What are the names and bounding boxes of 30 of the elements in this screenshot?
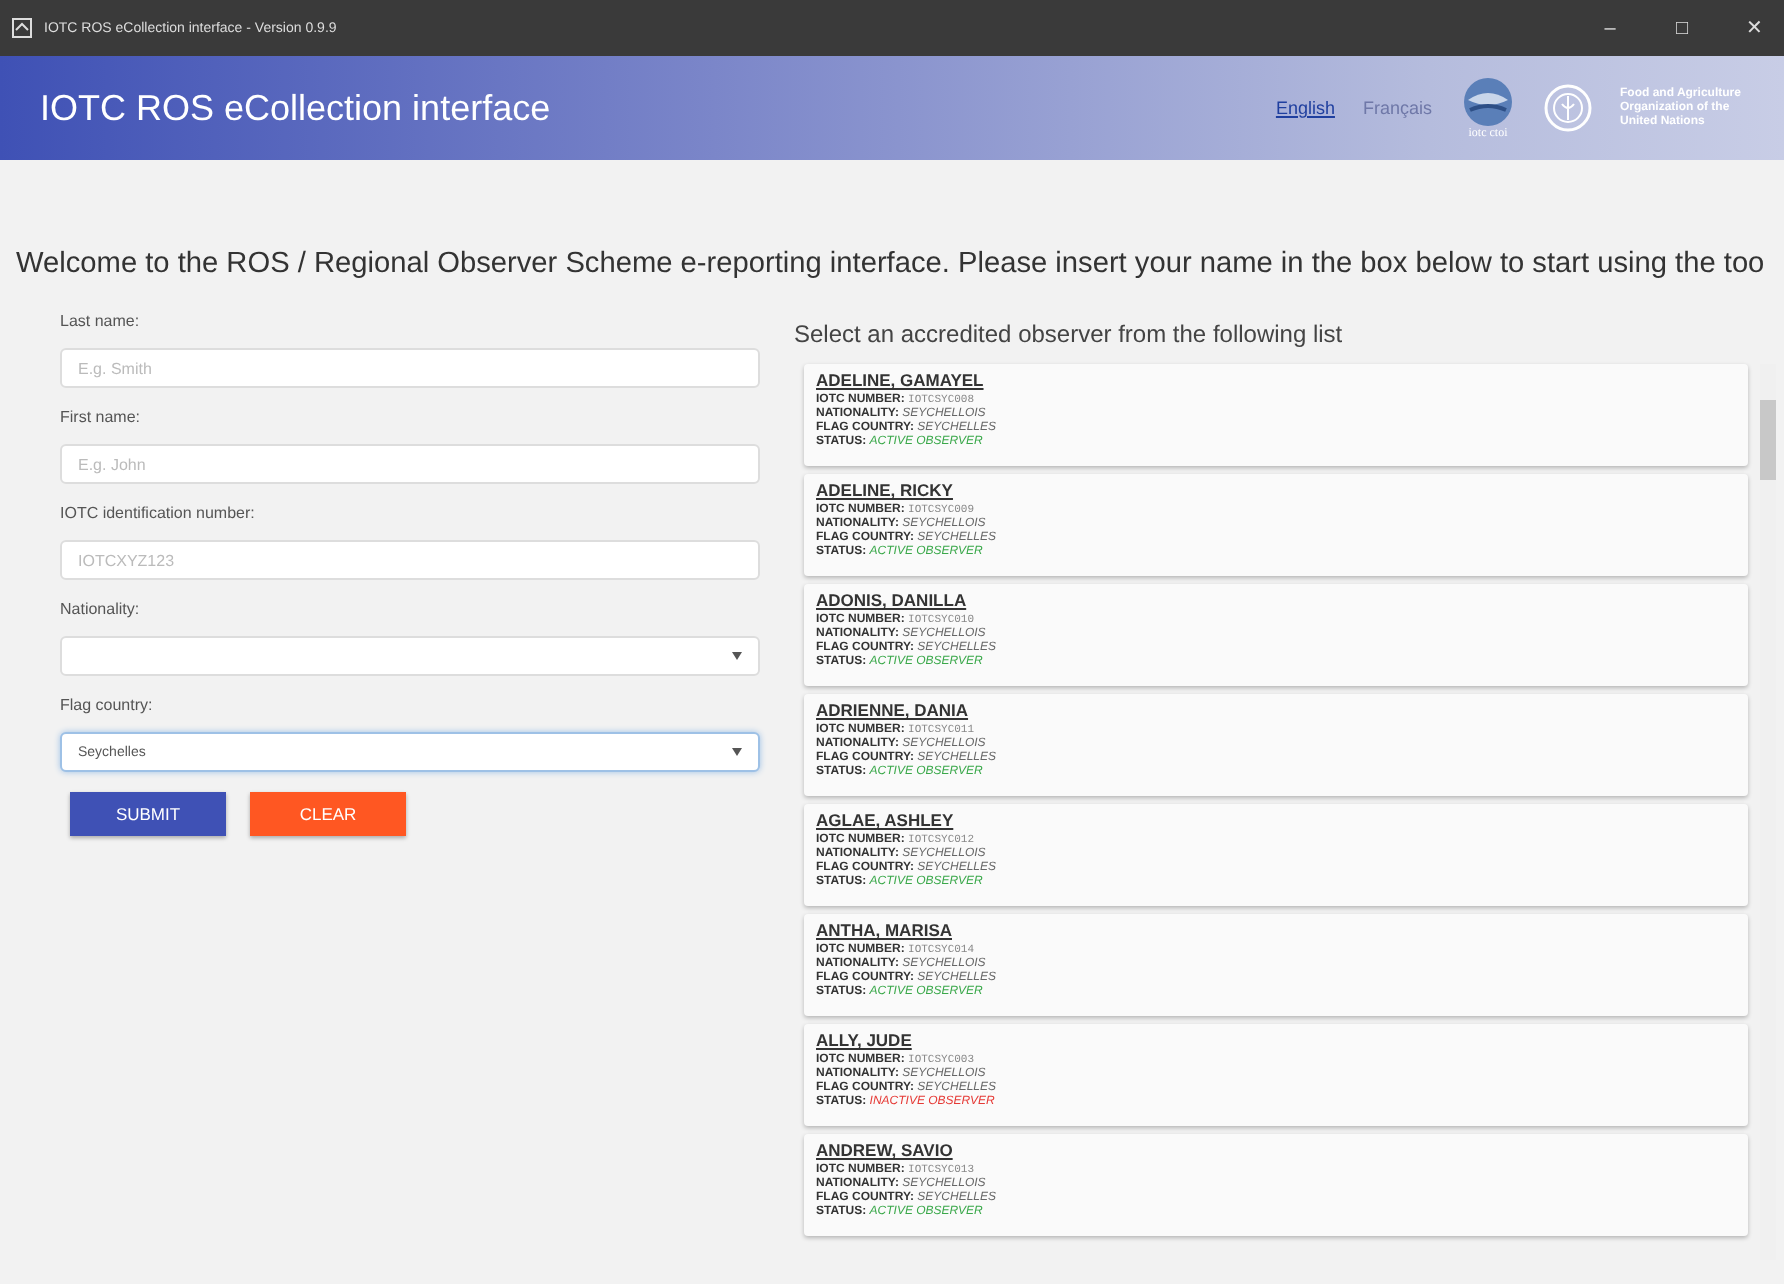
welcome-text: Welcome to the ROS / Regional Observer Scheme e-reporting interface. Please insert your name in the box below to start using the too: [16, 248, 1767, 280]
language-link[interactable]: English: [1275, 98, 1335, 118]
window-control[interactable]: ✕: [1724, 16, 1784, 40]
app-title: IOTC ROS eCollection interface: [40, 87, 551, 129]
field-label: First name:: [60, 408, 143, 426]
observer-name[interactable]: ALLY, JUDE: [816, 1030, 912, 1050]
globe-logo-icon: [1544, 84, 1592, 132]
list-heading: Select an accredited observer from the following list: [794, 320, 1345, 348]
observer-name[interactable]: ADRIENNE, DANIA: [816, 700, 969, 720]
window-control[interactable]: □: [1652, 17, 1712, 39]
field-label: Flag country:: [60, 696, 155, 714]
form-button[interactable]: SUBMIT: [70, 792, 226, 836]
observer-name[interactable]: ADELINE, RICKY: [816, 480, 953, 500]
window-control[interactable]: –: [1580, 17, 1640, 39]
input-field[interactable]: E.g. Smith: [60, 348, 760, 388]
observer-name[interactable]: ANDREW, SAVIO: [816, 1140, 953, 1160]
observer-name[interactable]: ADELINE, GAMAYEL: [816, 370, 984, 390]
field-label: Nationality:: [60, 600, 142, 618]
observer-name[interactable]: ADONIS, DANILLA: [816, 590, 967, 610]
fish-logo-icon: [1460, 76, 1516, 128]
input-field[interactable]: E.g. John: [60, 444, 760, 484]
dropdown-icon: [732, 748, 742, 756]
observer-name[interactable]: AGLAE, ASHLEY: [816, 810, 954, 830]
dropdown-icon: [732, 652, 742, 660]
input-field[interactable]: IOTCXYZ123: [60, 540, 760, 580]
field-label: Last name:: [60, 312, 142, 330]
field-label: IOTC identification number:: [60, 504, 257, 522]
app-icon: [12, 18, 32, 38]
observer-name[interactable]: ANTHA, MARISA: [816, 920, 952, 940]
select-field[interactable]: [60, 636, 760, 676]
